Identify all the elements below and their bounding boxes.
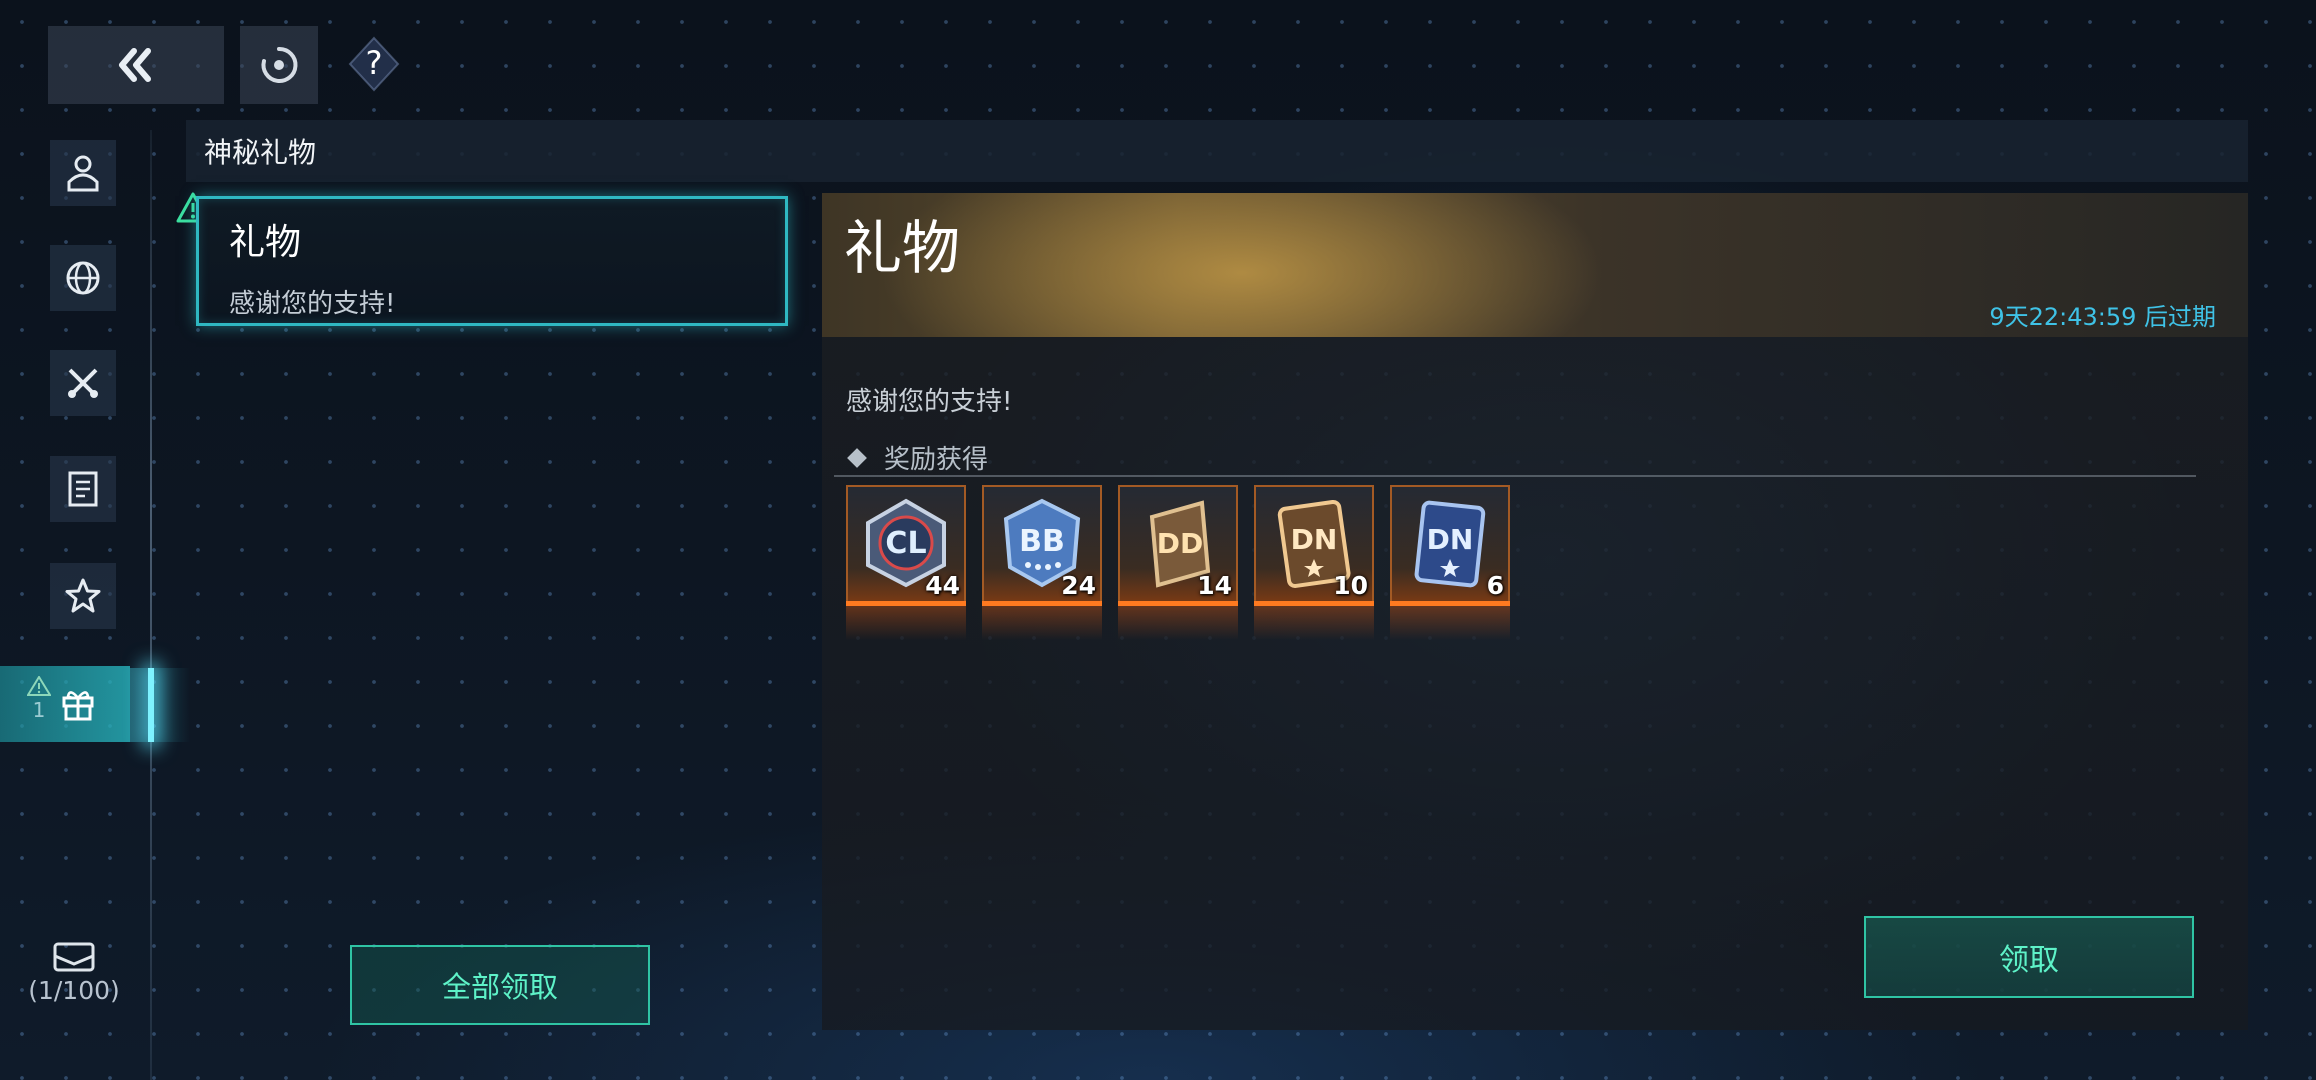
mail-count: (1/100) (28, 976, 120, 1005)
svg-text:DD: DD (1157, 527, 1203, 560)
gift-icon (62, 691, 94, 721)
gift-badge-count: 1 (32, 698, 46, 722)
detail-body-text: 感谢您的支持! (846, 387, 1013, 417)
reward-item[interactable]: DN 10 (1254, 485, 1374, 645)
sidebar-divider (150, 130, 152, 1080)
svg-text:?: ? (366, 44, 383, 82)
warning-icon (27, 676, 51, 696)
sidebar-item-gifts[interactable] (0, 666, 130, 742)
reward-item[interactable]: CL 44 (846, 485, 966, 645)
sidebar-gift-badge: 1 (24, 676, 54, 736)
mail-item-title: 礼物 (229, 222, 302, 263)
reward-glow (982, 606, 1102, 640)
dn-blue-card-icon: DN (1414, 500, 1486, 588)
back-button[interactable] (48, 26, 224, 104)
detail-banner: 礼物 9天22:43:59 后过期 (822, 193, 2248, 337)
detail-title: 礼物 (844, 214, 961, 282)
sidebar-item-world[interactable] (50, 245, 116, 311)
svg-text:CL: CL (885, 526, 926, 561)
reward-glow (1390, 606, 1510, 640)
reward-list: CL 44 BB 24 DD 14 DN 10 DN 6 (846, 485, 1510, 645)
reward-item[interactable]: DN 6 (1390, 485, 1510, 645)
svg-text:DN: DN (1291, 523, 1338, 556)
svg-text:DN: DN (1427, 523, 1474, 556)
sidebar-item-favorites[interactable] (50, 563, 116, 629)
mail-detail-panel: 礼物 9天22:43:59 后过期 感谢您的支持! 奖励获得 CL 44 BB (822, 193, 2248, 1030)
refresh-icon (261, 46, 298, 83)
diamond-bullet-icon (847, 447, 867, 468)
help-button[interactable]: ? (344, 34, 404, 94)
crossed-swords-icon (68, 368, 98, 398)
page-header: 神秘礼物 (186, 120, 2248, 182)
expire-timer: 9天22:43:59 后过期 (1989, 303, 2216, 331)
rewards-heading: 奖励获得 (844, 439, 988, 476)
globe-icon (66, 261, 100, 295)
mail-capacity: (1/100) (28, 942, 120, 1012)
reward-glow (846, 606, 966, 640)
document-icon (68, 471, 98, 507)
sidebar-item-profile[interactable] (50, 140, 116, 206)
reward-item[interactable]: BB 24 (982, 485, 1102, 645)
refresh-button[interactable] (240, 26, 318, 104)
help-icon: ? (348, 36, 400, 92)
reward-item[interactable]: DD 14 (1118, 485, 1238, 645)
person-icon (67, 155, 99, 192)
reward-glow (1254, 606, 1374, 640)
active-indicator-glow (130, 668, 190, 742)
sidebar-item-notices[interactable] (50, 456, 116, 522)
svg-text:BB: BB (1019, 524, 1065, 559)
claim-button[interactable]: 领取 (1864, 916, 2194, 998)
reward-count: 10 (1333, 571, 1368, 600)
sidebar-item-battle[interactable] (50, 350, 116, 416)
reward-glow (1118, 606, 1238, 640)
mail-list-item[interactable]: 礼物 感谢您的支持! (196, 196, 788, 326)
reward-count: 14 (1197, 571, 1232, 600)
reward-count: 6 (1486, 571, 1504, 600)
mail-item-subtitle: 感谢您的支持! (229, 289, 396, 319)
envelope-icon (53, 942, 95, 972)
double-chevron-left-icon (119, 48, 151, 82)
rewards-heading-label: 奖励获得 (884, 445, 989, 475)
page-title: 神秘礼物 (204, 136, 317, 169)
active-indicator (148, 668, 154, 742)
star-icon (65, 578, 101, 613)
reward-count: 24 (1061, 571, 1096, 600)
claim-all-button[interactable]: 全部领取 (350, 945, 650, 1025)
reward-count: 44 (925, 571, 960, 600)
rewards-divider (834, 475, 2196, 477)
